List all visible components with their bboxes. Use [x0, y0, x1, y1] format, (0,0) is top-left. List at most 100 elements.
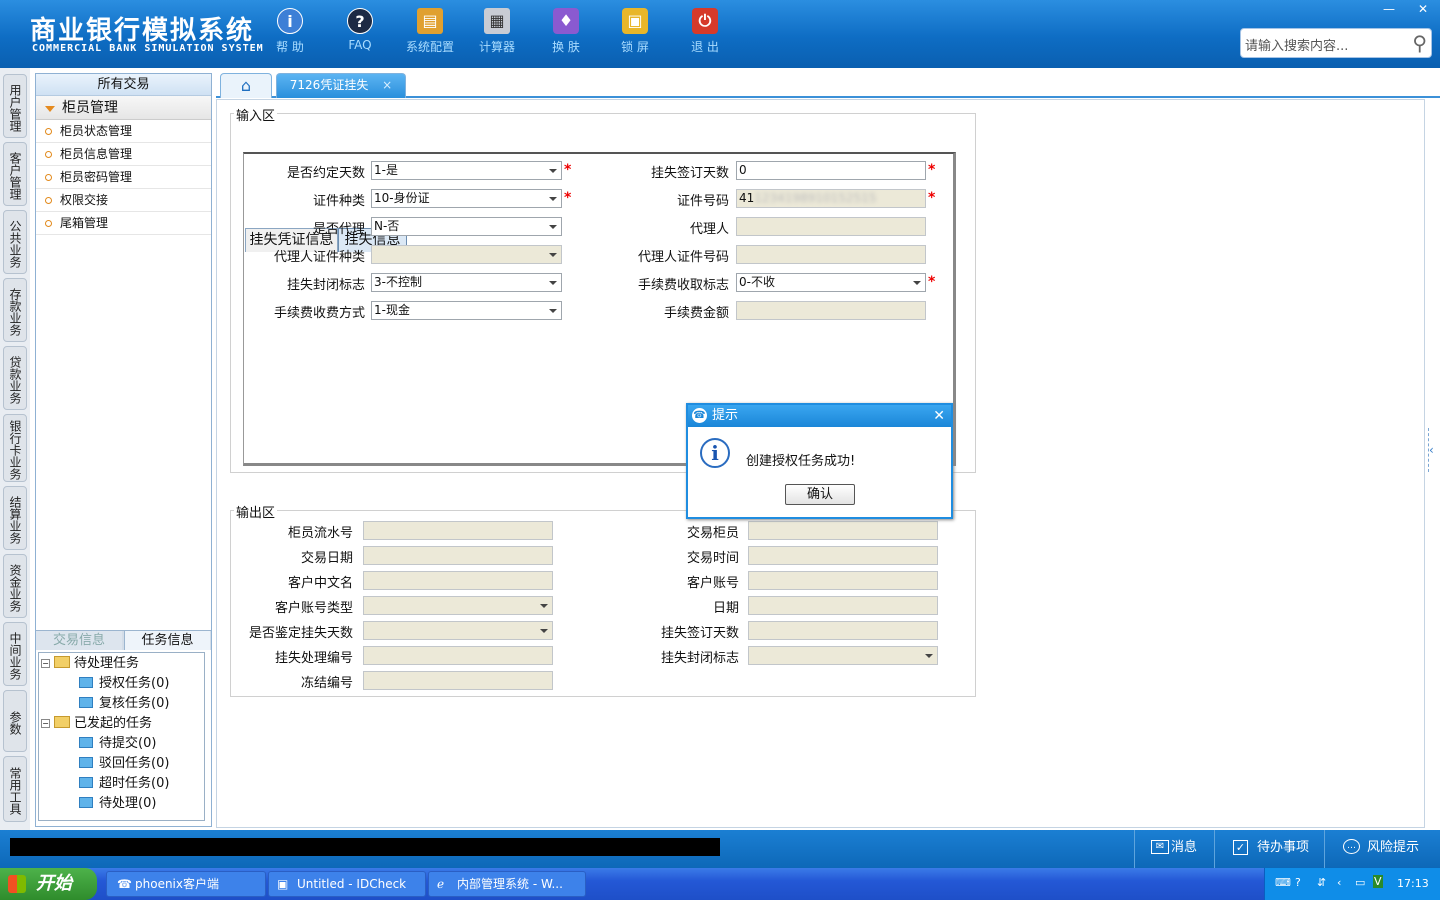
fee-method-select[interactable]: 1-现金: [371, 301, 562, 320]
start-button[interactable]: 开始: [0, 868, 97, 900]
sidebar-item-teller-info[interactable]: 柜员信息管理: [36, 143, 211, 166]
vtab-intermediary-business[interactable]: 中间业务: [3, 622, 27, 686]
close-tab-icon[interactable]: ×: [382, 78, 392, 92]
id-number-input[interactable]: 411234198910152515: [736, 189, 926, 208]
sidebar-group-teller[interactable]: 柜员管理: [36, 96, 211, 120]
skin-button[interactable]: ♦ 换 肤: [536, 8, 596, 55]
vtab-card-business[interactable]: 银行卡业务: [3, 414, 27, 482]
windows-logo-icon: [8, 875, 26, 893]
tree-label: 驳回任务(0): [99, 756, 170, 771]
clock: 17:13: [1397, 877, 1429, 890]
tab-transaction-info[interactable]: 交易信息: [36, 631, 122, 650]
vpn-icon[interactable]: V: [1373, 875, 1383, 888]
close-flag-label: 挂失封闭标志: [286, 278, 365, 293]
folder-blue-icon: [79, 737, 93, 748]
required-mark: *: [928, 162, 936, 178]
search-input[interactable]: 请输入搜索内容... ⚲: [1240, 28, 1432, 58]
sidebar-item-teller-password[interactable]: 柜员密码管理: [36, 166, 211, 189]
agent-name-input[interactable]: [736, 217, 926, 236]
tree-node-initiated[interactable]: − 已发起的任务: [41, 715, 152, 733]
lock-button[interactable]: ▣ 锁 屏: [605, 8, 665, 55]
agent-id-number-input[interactable]: [736, 245, 926, 264]
vtab-loan-business[interactable]: 贷款业务: [3, 346, 27, 410]
network-icon[interactable]: ⇵: [1317, 876, 1326, 889]
app-icon: ☎: [117, 877, 132, 891]
collapse-icon[interactable]: −: [41, 659, 50, 668]
tab-task-info[interactable]: 任务信息: [124, 631, 210, 650]
vtab-deposit-business[interactable]: 存款业务: [3, 278, 27, 342]
tree-label: 待处理任务: [74, 656, 140, 671]
taskbar-item-phoenix[interactable]: ☎ phoenix客户端: [106, 871, 266, 897]
verify-days-select[interactable]: [363, 621, 553, 640]
keyboard-icon[interactable]: ⌨: [1275, 876, 1291, 889]
collapse-panel-icon[interactable]: ‹: [1428, 428, 1438, 472]
agent-id-type-select[interactable]: [371, 245, 562, 264]
risk-button[interactable]: … 风险提示: [1324, 830, 1440, 868]
sign-days-label: 挂失签订天数: [650, 166, 729, 181]
todo-label: 待办事项: [1257, 840, 1310, 855]
fee-amount-input[interactable]: [736, 301, 926, 320]
home-tab[interactable]: ⌂: [220, 73, 272, 98]
tree-label: 授权任务(0): [99, 676, 170, 691]
id-type-select[interactable]: 10-身份证: [371, 189, 562, 208]
messages-label: 消息: [1171, 840, 1198, 855]
tree-node-rejected[interactable]: 驳回任务(0): [79, 755, 169, 773]
sign-days-input[interactable]: 0: [736, 161, 926, 180]
sidebar-item-tail-box[interactable]: 尾箱管理: [36, 212, 211, 235]
out-close-flag-select[interactable]: [748, 646, 938, 665]
tree-node-review[interactable]: 复核任务(0): [79, 695, 169, 713]
fee-flag-select[interactable]: 0-不收: [736, 273, 926, 292]
agreed-days-select[interactable]: 1-是: [371, 161, 562, 180]
monitor-icon[interactable]: ▭: [1355, 876, 1365, 889]
sidebar-item-teller-status[interactable]: 柜员状态管理: [36, 120, 211, 143]
sidebar-item-permission-handover[interactable]: 权限交接: [36, 189, 211, 212]
tree-node-to-submit[interactable]: 待提交(0): [79, 735, 156, 753]
serial-output: [363, 521, 553, 540]
vtab-fund-business[interactable]: 资金业务: [3, 554, 27, 618]
tree-node-auth[interactable]: 授权任务(0): [79, 675, 169, 693]
tree-node-to-process[interactable]: 待处理(0): [79, 795, 156, 813]
browser-icon: ℯ: [437, 877, 445, 891]
exit-button[interactable]: ⏻ 退 出: [675, 8, 735, 55]
todo-button[interactable]: ✓ 待办事项: [1214, 830, 1324, 868]
vtab-common-tools[interactable]: 常用工具: [3, 756, 27, 822]
sidebar-header[interactable]: 所有交易: [36, 74, 211, 96]
faq-button[interactable]: ? FAQ: [330, 8, 390, 52]
task-label: 内部管理系统 - W...: [457, 877, 563, 891]
vtab-settlement-business[interactable]: 结算业务: [3, 486, 27, 550]
help-button[interactable]: i 帮 助: [260, 8, 320, 55]
close-flag-select[interactable]: 3-不控制: [371, 273, 562, 292]
search-icon[interactable]: ⚲: [1412, 31, 1427, 55]
taskbar-item-idcheck[interactable]: ▣ Untitled - IDCheck: [268, 871, 426, 897]
folder-icon: [54, 656, 70, 668]
help-tray-icon[interactable]: ?: [1295, 876, 1301, 889]
vtab-customer-management[interactable]: 客户管理: [3, 142, 27, 206]
settings-button[interactable]: ▤ 系统配置: [400, 8, 460, 55]
vtab-parameters[interactable]: 参数: [3, 690, 27, 752]
tree-label: 超时任务(0): [99, 776, 170, 791]
dialog-close-icon[interactable]: ✕: [933, 405, 945, 427]
tree-node-timeout[interactable]: 超时任务(0): [79, 775, 169, 793]
messages-button[interactable]: ✉ 消息: [1134, 830, 1214, 868]
agent-select[interactable]: N-否: [371, 217, 562, 236]
taskbar-item-internal-system[interactable]: ℯ 内部管理系统 - W...: [428, 871, 586, 897]
task-tree: − 待处理任务 授权任务(0) 复核任务(0) − 已发起的任务 待提交(0) 驳回…: [38, 652, 205, 821]
skin-label: 换 肤: [552, 40, 580, 54]
vtab-public-business[interactable]: 公共业务: [3, 210, 27, 274]
folder-blue-icon: [79, 797, 93, 808]
tree-node-pending[interactable]: − 待处理任务: [41, 655, 139, 673]
os-taskbar: 开始 ☎ phoenix客户端 ▣ Untitled - IDCheck ℯ 内部管理…: [0, 868, 1440, 900]
calculator-button[interactable]: ▦ 计算器: [467, 8, 527, 55]
customer-name-label: 客户中文名: [287, 576, 353, 591]
tree-label: 复核任务(0): [99, 696, 170, 711]
chevron-left-icon[interactable]: ‹: [1337, 876, 1341, 889]
tab-voucher-loss[interactable]: 7126凭证挂失 ×: [276, 73, 406, 98]
account-type-select[interactable]: [363, 596, 553, 615]
confirm-button[interactable]: 确认: [785, 484, 855, 505]
lock-icon: ▣: [622, 8, 648, 34]
close-window-button[interactable]: ✕: [1406, 0, 1440, 18]
vtab-user-management[interactable]: 用户管理: [3, 74, 27, 138]
checkbox-icon: ✓: [1233, 840, 1248, 855]
collapse-icon[interactable]: −: [41, 719, 50, 728]
minimize-button[interactable]: —: [1372, 0, 1406, 18]
